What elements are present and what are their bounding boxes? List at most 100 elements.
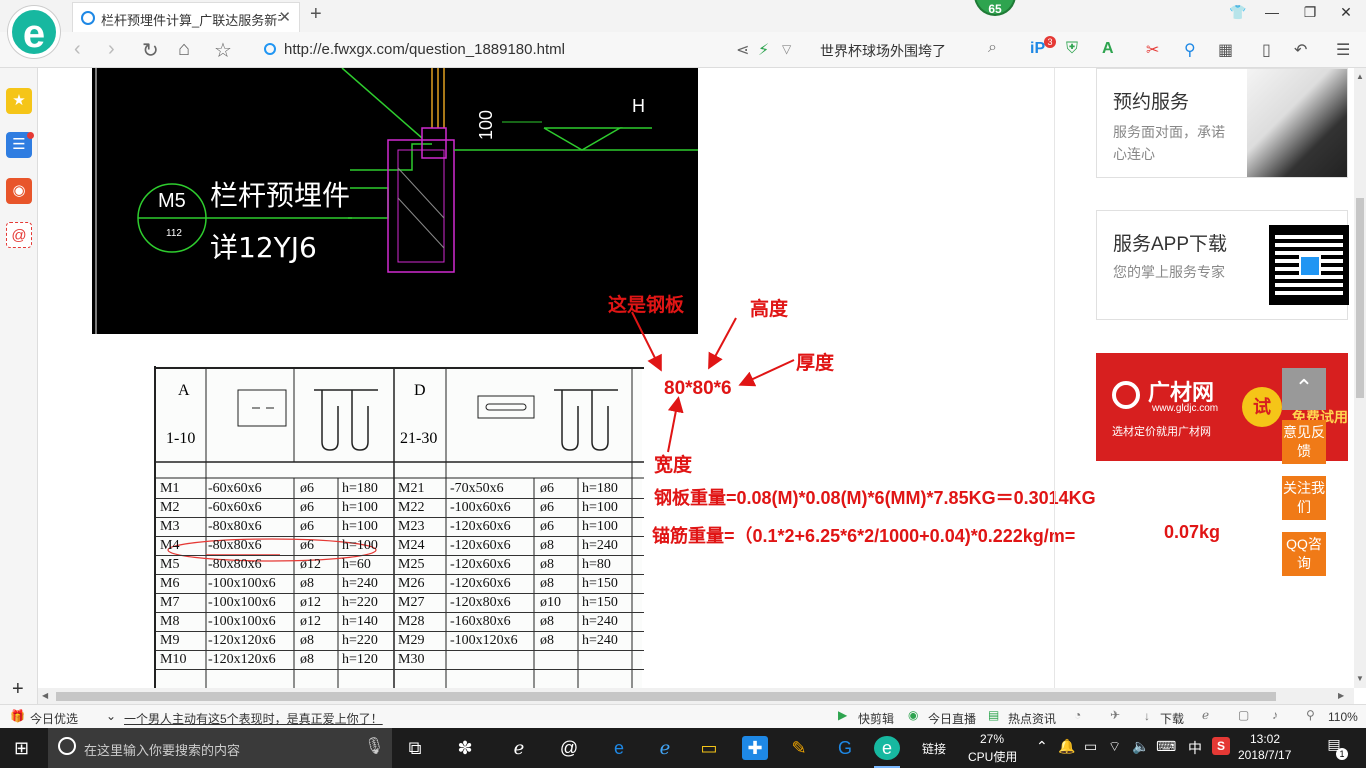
pin-icon[interactable]: ✈ (1110, 708, 1120, 722)
tray-chevron-icon[interactable]: ⌃ (1036, 738, 1048, 755)
browser-logo-icon[interactable]: e (8, 6, 60, 58)
chevron-down-icon[interactable]: ▽ (782, 42, 791, 56)
restore-button[interactable]: ❐ (1298, 4, 1322, 26)
microphone-icon[interactable]: 🎙 (364, 736, 384, 756)
cortana-icon (58, 737, 76, 755)
menu-icon[interactable]: ☰ (1336, 40, 1350, 60)
fan-app-icon[interactable]: ✽ (452, 736, 478, 760)
ie-mode-icon[interactable]: ℯ (1202, 708, 1209, 722)
table-cell: M28 (398, 614, 425, 629)
zoom-icon[interactable]: ⚲ (1306, 708, 1315, 722)
scissors-icon[interactable]: ✂ (1146, 40, 1159, 60)
favorites-star-icon[interactable]: ★ (6, 88, 32, 114)
browser-tab[interactable]: 栏杆预埋件计算_广联达服务新干线 ✕ (72, 2, 300, 32)
follow-us-button[interactable]: 关注我们 (1282, 476, 1326, 520)
search-icon[interactable]: ⌕ (988, 39, 997, 57)
refresh-icon[interactable]: ↻ (142, 38, 159, 63)
feedback-button[interactable]: 意见反馈 (1282, 420, 1326, 464)
ie-icon[interactable]: ℯ (506, 736, 532, 760)
ip-icon[interactable]: iP (1030, 40, 1045, 58)
scroll-up-icon[interactable]: ▲ (1356, 72, 1364, 81)
share-icon[interactable]: ⋖ (736, 40, 749, 60)
scroll-right-icon[interactable]: ▶ (1338, 691, 1344, 700)
swirl-app-icon[interactable]: @ (556, 736, 582, 760)
phone-icon[interactable]: ▯ (1262, 40, 1271, 60)
shirt-icon[interactable]: 👕 (1226, 4, 1250, 26)
ie-blue-icon[interactable]: ℯ (652, 736, 678, 760)
qq-consult-button[interactable]: QQ咨询 (1282, 532, 1326, 576)
grid-icon[interactable]: ▦ (1218, 40, 1233, 60)
g-app-icon[interactable]: G (832, 736, 858, 760)
sogou-ime-icon[interactable]: S (1212, 737, 1230, 755)
quick-clip-label[interactable]: 快剪辑 (858, 710, 894, 727)
close-window-button[interactable]: ✕ (1334, 4, 1358, 26)
window-icon[interactable]: ▢ (1238, 708, 1249, 722)
volume-icon[interactable]: 🔈 (1132, 738, 1149, 755)
home-icon[interactable]: ⌂ (178, 38, 190, 61)
browser-taskbar-icon[interactable]: e (874, 736, 900, 760)
table-cell: ø12 (300, 614, 321, 629)
mail-icon[interactable]: @ (6, 222, 32, 248)
clock-time[interactable]: 13:02 (1250, 732, 1280, 746)
download-label[interactable]: 下载 (1160, 710, 1184, 727)
plus-app-icon[interactable]: ✚ (742, 736, 768, 760)
shield-icon[interactable]: ⛨ (1066, 40, 1078, 58)
tab-title: 栏杆预埋件计算_广联达服务新干线 (101, 13, 281, 28)
wifi-icon[interactable]: ⌔ (1108, 738, 1121, 756)
taskbar-search-box[interactable]: 在这里输入你要搜索的内容 🎙 (48, 728, 392, 768)
new-tab-button[interactable]: + (310, 3, 322, 26)
scroll-left-icon[interactable]: ◀ (42, 691, 48, 700)
translate-icon[interactable]: A (1102, 40, 1114, 58)
undo-icon[interactable]: ↶ (1294, 40, 1307, 60)
magnifier-icon[interactable]: ⚲ (1184, 40, 1196, 60)
table-cell: M4 (160, 538, 180, 553)
windows-start-icon[interactable]: ⊞ (14, 738, 29, 759)
notification-bell-icon[interactable]: 🔔 (1058, 738, 1075, 755)
speed-icon[interactable]: ◔ (1074, 708, 1081, 722)
notes-app-icon[interactable]: ✎ (786, 736, 812, 760)
zoom-level[interactable]: 110% (1328, 710, 1358, 724)
scroll-down-icon[interactable]: ▼ (1356, 674, 1364, 683)
address-bar[interactable]: http://e.fwxgx.com/question_1889180.html (258, 38, 728, 62)
clock-date[interactable]: 2018/7/17 (1238, 748, 1291, 762)
table-cell: h=220 (342, 595, 378, 610)
edge-icon[interactable]: e (606, 736, 632, 760)
table-cell: ø6 (540, 481, 554, 496)
back-to-top-button[interactable]: ⌃ (1282, 368, 1326, 410)
table-row: M6 -100x100x6 ø8 h=240 M26 -120x60x6 ø8 h=150 (156, 575, 644, 594)
booking-service-panel[interactable]: 预约服务 服务面对面，承诺心连心 (1096, 68, 1348, 178)
tab-close-icon[interactable]: ✕ (278, 8, 291, 26)
speaker-icon[interactable]: ♪ (1272, 708, 1278, 722)
links-toolbar[interactable]: 链接 (922, 740, 946, 757)
battery-icon[interactable]: ▭ (1084, 738, 1097, 755)
file-explorer-icon[interactable]: ▭ (696, 736, 722, 760)
ad-url: www.gldjc.com (1152, 403, 1219, 414)
search-input[interactable]: 世界杯球场外围垮了 ⌕ (812, 38, 1012, 62)
today-picks-label[interactable]: 今日优选 (30, 710, 78, 727)
chevron-down-icon[interactable]: ⌄ (106, 709, 116, 723)
news-link[interactable]: 一个男人主动有这5个表现时，是真正爱上你了！ (124, 710, 383, 727)
favorite-star-icon[interactable]: ☆ (214, 38, 232, 63)
speed-badge[interactable]: 65 (974, 0, 1016, 16)
task-view-icon[interactable]: ⧉ (402, 736, 428, 760)
table-cell: M7 (160, 595, 180, 610)
forward-icon[interactable]: › (108, 38, 115, 61)
add-icon[interactable]: + (12, 678, 24, 701)
live-label[interactable]: 今日直播 (928, 710, 976, 727)
table-cell: h=120 (342, 652, 378, 667)
back-icon[interactable]: ‹ (74, 38, 81, 61)
url-text[interactable]: http://e.fwxgx.com/question_1889180.html (284, 41, 565, 58)
horizontal-scroll-thumb[interactable] (56, 692, 1276, 701)
ime-indicator[interactable]: 中 (1188, 738, 1202, 758)
app-download-panel[interactable]: 服务APP下载 您的掌上服务专家 (1096, 210, 1349, 320)
lightning-icon[interactable]: ⚡ (758, 40, 769, 60)
vertical-scroll-thumb[interactable] (1356, 198, 1364, 398)
vertical-scrollbar[interactable]: ▲ ▼ (1354, 68, 1366, 688)
hot-news-label[interactable]: 热点资讯 (1008, 710, 1056, 727)
table-cell: -100x120x6 (450, 633, 518, 648)
table-cell: ø8 (300, 633, 314, 648)
weibo-icon[interactable]: ◉ (6, 178, 32, 204)
horizontal-scrollbar[interactable]: ◀ ▶ (38, 688, 1354, 704)
minimize-button[interactable]: — (1260, 4, 1284, 26)
keyboard-icon[interactable]: ⌨ (1156, 738, 1176, 755)
